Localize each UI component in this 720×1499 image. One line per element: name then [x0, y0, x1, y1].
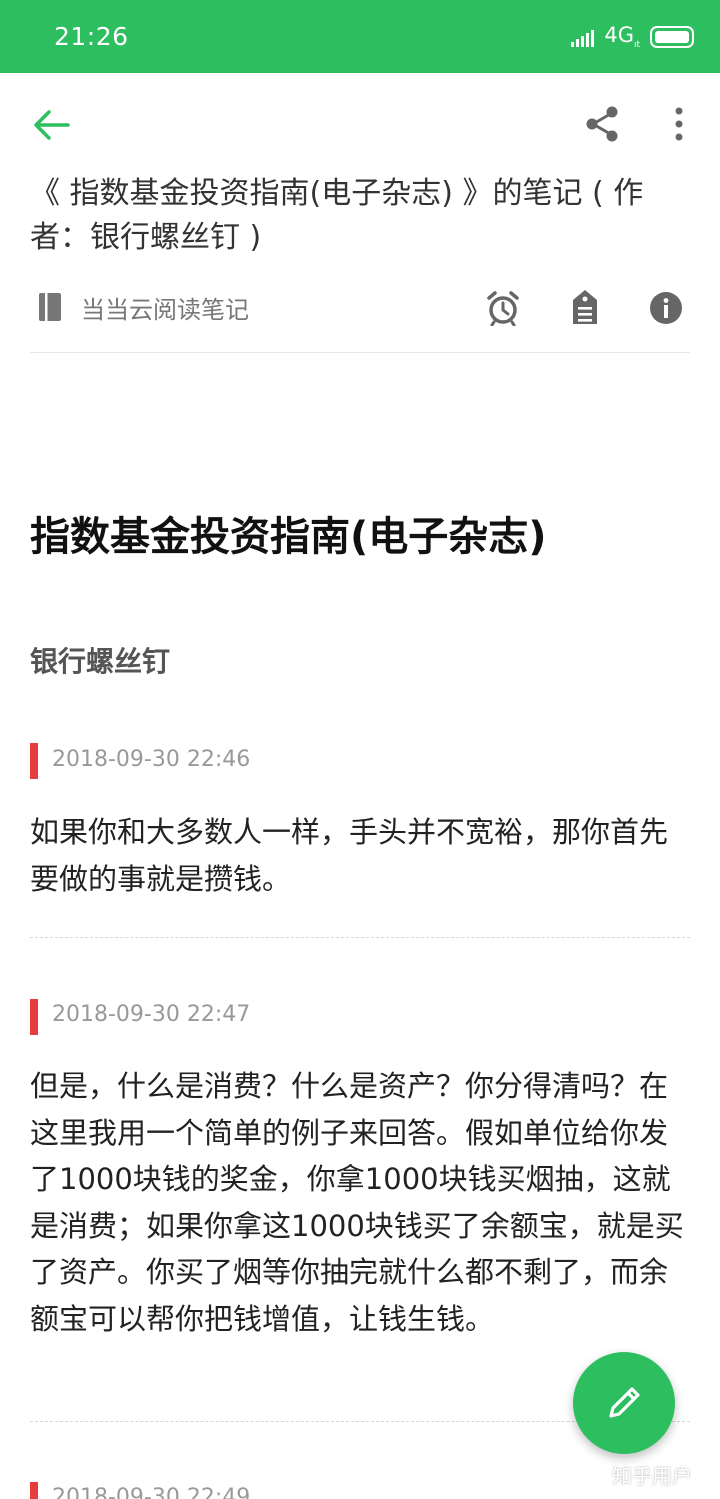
status-bar: 21:26 4Gıt [0, 0, 720, 73]
more-options-button[interactable] [664, 104, 694, 144]
header-divider [30, 352, 690, 353]
back-button[interactable] [30, 103, 74, 147]
entry-date: 2018-09-30 22:46 [52, 747, 251, 772]
notebook-selector[interactable]: 当当云阅读笔记 [81, 290, 249, 325]
entry-marker [30, 1482, 38, 1499]
signal-icon [571, 27, 596, 47]
pencil-icon [609, 1387, 640, 1418]
notebook-icon [38, 292, 62, 322]
share-icon [586, 106, 618, 142]
status-icons: 4Gıt [571, 22, 694, 52]
status-time: 21:26 [54, 22, 129, 51]
entry-text: 但是，什么是消费？什么是资产？你分得清吗？在这里我用一个简单的例子来回答。假如单… [30, 1069, 684, 1336]
battery-icon [650, 26, 694, 48]
entry-date: 2018-09-30 22:47 [52, 1002, 251, 1027]
book-author: 银行螺丝钉 [30, 645, 171, 678]
tag-icon[interactable] [569, 288, 601, 326]
network-type: 4Gıt [604, 23, 640, 51]
entry-date: 2018-09-30 22:49 [52, 1485, 251, 1499]
note-title[interactable]: 《 指数基金投资指南(电子杂志) 》的笔记 ( 作者：银行螺丝钉 ) [30, 172, 690, 260]
entry-divider [30, 937, 690, 938]
info-icon[interactable] [648, 290, 684, 326]
entry-text: 如果你和大多数人一样，手头并不宽裕，那你首先要做的事就是攒钱。 [30, 815, 669, 896]
entry-marker [30, 999, 38, 1035]
edit-note-button[interactable] [573, 1352, 675, 1454]
note-meta-row: 当当云阅读笔记 [30, 286, 690, 330]
back-arrow-icon [34, 110, 70, 140]
book-title: 指数基金投资指南(电子杂志) [30, 514, 547, 560]
alarm-icon[interactable] [485, 290, 521, 327]
watermark: 知乎用户 [612, 1464, 692, 1488]
more-vert-icon [675, 107, 683, 141]
entry-marker [30, 743, 38, 779]
share-button[interactable] [582, 104, 622, 144]
